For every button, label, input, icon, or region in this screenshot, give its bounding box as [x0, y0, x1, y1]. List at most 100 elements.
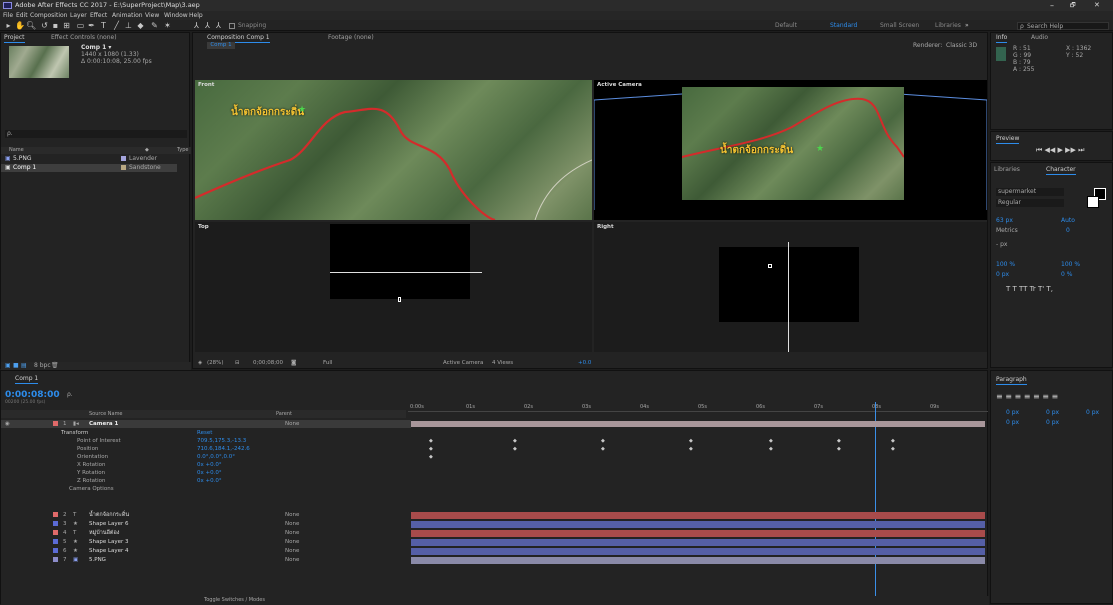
view-axis-icon[interactable]: ⅄ — [214, 21, 223, 30]
project-search-input[interactable]: ρ. — [5, 130, 187, 138]
snapping-checkbox[interactable] — [229, 23, 235, 29]
type-tool-icon[interactable]: T — [99, 21, 108, 30]
eraser-tool-icon[interactable]: ◆ — [136, 21, 145, 30]
indent-first[interactable]: 0 px — [1046, 409, 1059, 416]
world-axis-icon[interactable]: ⅄ — [203, 21, 212, 30]
tracking-value[interactable]: 0 — [1066, 227, 1070, 234]
label-swatch[interactable] — [53, 521, 58, 526]
col-type[interactable]: Type — [177, 147, 188, 153]
comp-subtab[interactable]: Comp 1 — [207, 42, 235, 49]
menu-effect[interactable]: Effect — [90, 11, 107, 20]
layer-row[interactable]: 3 ★ Shape Layer 6 None — [1, 520, 411, 528]
layer-bar[interactable] — [411, 539, 985, 546]
menu-edit[interactable]: Edit — [16, 11, 28, 20]
prop-value[interactable]: Reset — [197, 429, 212, 437]
layer-name[interactable]: Shape Layer 6 — [89, 520, 129, 528]
rotate-tool-icon[interactable]: ↺ — [40, 21, 49, 30]
interpret-footage-icon[interactable]: ▣ — [5, 362, 11, 369]
time-ruler[interactable]: 0:00s 01s 02s 03s 04s 05s 06s 07s 08s 09… — [408, 402, 988, 412]
zoom-dropdown[interactable]: (28%) — [207, 358, 224, 368]
camera-tool-icon[interactable]: ▪ — [51, 21, 60, 30]
tsume-value[interactable]: 0 % — [1061, 271, 1072, 278]
layer-name[interactable]: Shape Layer 4 — [89, 547, 129, 555]
active-camera-dropdown[interactable]: Active Camera — [443, 358, 483, 368]
rectangle-tool-icon[interactable]: ▭ — [76, 21, 85, 30]
space-after[interactable]: 0 px — [1046, 419, 1059, 426]
tab-project[interactable]: Project — [4, 33, 25, 43]
camera-snapshot-icon[interactable]: ◙ — [291, 358, 296, 368]
layer-bar[interactable] — [411, 512, 985, 519]
top-view[interactable]: Top — [195, 222, 592, 352]
layer-row[interactable]: 5 ★ Shape Layer 3 None — [1, 538, 411, 546]
pen-tool-icon[interactable]: ✒ — [87, 21, 96, 30]
tab-info[interactable]: Info — [996, 33, 1008, 43]
col-label[interactable]: ◆ — [145, 147, 149, 153]
indent-left[interactable]: 0 px — [1006, 409, 1019, 416]
label-swatch[interactable] — [53, 512, 58, 517]
trash-icon[interactable]: 🗑︎ — [51, 362, 59, 369]
kerning-value[interactable]: Metrics — [996, 227, 1018, 234]
prop-row[interactable]: Position 710.6,184.1,-242.6 — [1, 445, 411, 453]
timeline-search[interactable]: ρ. — [67, 391, 73, 398]
layer-bar[interactable] — [411, 557, 985, 564]
col-parent[interactable]: Parent — [276, 410, 292, 418]
front-view[interactable]: Front น้ำตกจ้อกกระดิ่น ★ — [195, 80, 592, 220]
prop-value[interactable]: 0x +0.0° — [197, 477, 222, 485]
leading-value[interactable]: Auto — [1061, 217, 1075, 224]
new-folder-icon[interactable]: ■ — [13, 362, 19, 369]
renderer-value[interactable]: Classic 3D — [946, 42, 977, 49]
menu-window[interactable]: Window — [164, 11, 188, 20]
local-axis-icon[interactable]: ⅄ — [192, 21, 201, 30]
timecode[interactable]: 0:00:08:00 — [5, 390, 60, 400]
playback-controls[interactable]: ⏮ ◀◀ ▶ ▶▶ ⏭ — [1036, 146, 1084, 155]
keyframe[interactable]: ◆ — [429, 446, 433, 452]
prop-row[interactable]: Y Rotation 0x +0.0° — [1, 469, 411, 477]
keyframe[interactable]: ◆ — [689, 438, 693, 444]
menu-layer[interactable]: Layer — [70, 11, 87, 20]
keyframe[interactable]: ◆ — [601, 438, 605, 444]
stamp-tool-icon[interactable]: ⊥ — [124, 21, 133, 30]
tab-preview[interactable]: Preview — [996, 134, 1020, 144]
right-view[interactable]: Right — [594, 222, 987, 352]
brush-tool-icon[interactable]: ╱ — [112, 21, 121, 30]
col-name[interactable]: Name — [9, 147, 24, 153]
menu-composition[interactable]: Composition — [30, 11, 67, 20]
layer-name[interactable]: Camera 1 — [89, 420, 118, 428]
playhead[interactable] — [875, 402, 876, 597]
label-swatch[interactable] — [53, 421, 58, 426]
active-camera-view[interactable]: Active Camera น้ำตกจ้อกกระดิ่น ★ — [594, 80, 987, 220]
parent-select[interactable]: None — [285, 420, 299, 428]
transform-group[interactable]: Transform Reset — [1, 429, 411, 437]
prop-value[interactable]: 0x +0.0° — [197, 469, 222, 477]
space-before[interactable]: 0 px — [1006, 419, 1019, 426]
list-item[interactable]: ▣ Comp 1 Sandstone — [1, 164, 177, 172]
workspace-expand[interactable]: » — [965, 22, 969, 29]
minimize-button[interactable]: – — [1050, 0, 1054, 11]
workspace-libraries[interactable]: Libraries — [935, 22, 961, 29]
workspace-small-screen[interactable]: Small Screen — [880, 22, 919, 29]
keyframe[interactable]: ◆ — [837, 446, 841, 452]
layer-bar[interactable] — [411, 530, 985, 537]
roto-brush-icon[interactable]: ✎ — [150, 21, 159, 30]
keyframe[interactable]: ◆ — [769, 446, 773, 452]
zoom-tool-icon[interactable]: 🔍︎ — [26, 21, 36, 30]
layer-bar[interactable] — [411, 548, 985, 555]
tab-character[interactable]: Character — [1046, 165, 1076, 175]
font-style-select[interactable]: Regular — [996, 199, 1064, 207]
layer-name[interactable]: หมู่บ้านอีต่อง — [89, 529, 119, 537]
label-swatch[interactable] — [53, 530, 58, 535]
layer-row[interactable]: 2 T น้ำตกจ้อกกระดิ่น None — [1, 511, 411, 519]
current-time[interactable]: 0;00;08;00 — [253, 358, 283, 368]
layer-row[interactable]: 6 ★ Shape Layer 4 None — [1, 547, 411, 555]
keyframe[interactable]: ◆ — [891, 438, 895, 444]
horizontal-scale-value[interactable]: 100 % — [1061, 261, 1080, 268]
layer-name[interactable]: 5.PNG — [89, 556, 106, 564]
menu-view[interactable]: View — [145, 11, 159, 20]
close-button[interactable]: ✕ — [1094, 0, 1100, 11]
parent-select[interactable]: None — [285, 556, 299, 564]
home-icon[interactable]: ▸ — [4, 21, 13, 30]
layer-row[interactable]: 7 ▣ 5.PNG None — [1, 556, 411, 564]
pan-behind-icon[interactable]: ⊞ — [62, 21, 71, 30]
puppet-tool-icon[interactable]: ✶ — [163, 21, 172, 30]
vertical-scale-value[interactable]: 100 % — [996, 261, 1015, 268]
